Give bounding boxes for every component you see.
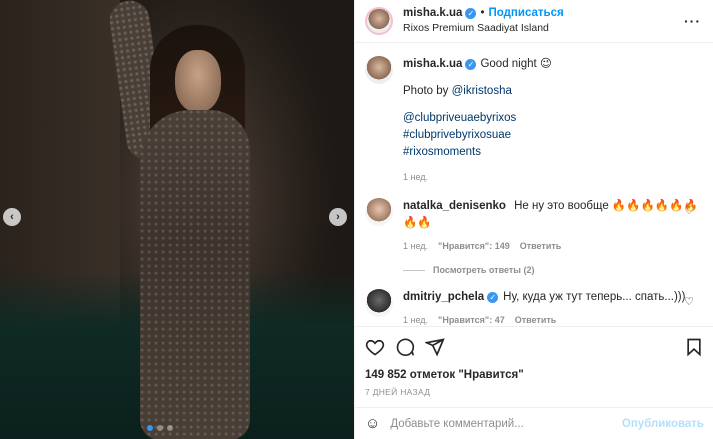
comment-likes[interactable]: "Нравится": 149: [438, 238, 510, 255]
caption-avatar[interactable]: [365, 56, 393, 84]
view-replies-button[interactable]: Посмотреть ответы (2): [403, 265, 704, 275]
reply-button[interactable]: Ответить: [515, 312, 557, 325]
hashtag-link[interactable]: #rixosmoments: [403, 144, 552, 161]
commenter-avatar[interactable]: [365, 198, 393, 226]
comment-icon[interactable]: [395, 337, 415, 357]
header-separator: •: [480, 7, 485, 19]
likes-count[interactable]: 149 852 отметок "Нравится": [365, 369, 704, 381]
comment-text: Ну, куда уж тут теперь... спать...))): [503, 291, 686, 303]
commenter-avatar[interactable]: [365, 289, 393, 317]
comment-like-icon[interactable]: ♡: [684, 295, 694, 308]
share-icon[interactable]: [425, 337, 445, 357]
photo-by-link[interactable]: @ikristosha: [452, 85, 512, 97]
comment-username[interactable]: natalka_denisenko: [403, 200, 506, 212]
view-replies-label: Посмотреть ответы (2): [433, 265, 535, 275]
comment-time[interactable]: 1 нед.: [403, 238, 428, 255]
photo-by-label: Photo by: [403, 85, 449, 97]
post-timestamp[interactable]: 7 ДНЕЙ НАЗАД: [365, 387, 704, 397]
caption-username[interactable]: misha.k.ua: [403, 56, 462, 73]
comment-username[interactable]: dmitriy_pchela: [403, 289, 484, 306]
photo-face: [175, 50, 221, 112]
prev-arrow-icon[interactable]: ‹: [3, 208, 21, 226]
verified-icon: ✓: [487, 292, 499, 303]
hashtag-link[interactable]: #clubprivebyrixosuae: [403, 127, 552, 144]
verified-icon: ✓: [465, 8, 477, 19]
reply-button[interactable]: Ответить: [520, 238, 562, 255]
caption-text: Good night 😉: [480, 58, 552, 70]
post-panel: misha.k.ua ✓ • Подписаться Rixos Premium…: [354, 0, 713, 439]
post-header: misha.k.ua ✓ • Подписаться Rixos Premium…: [355, 0, 713, 43]
carousel-dot-active: [147, 425, 153, 431]
caption-time[interactable]: 1 нед.: [403, 169, 428, 186]
comment-likes[interactable]: "Нравится": 47: [438, 312, 505, 325]
comment-time[interactable]: 1 нед.: [403, 312, 428, 325]
emoji-icon[interactable]: ☺: [365, 415, 380, 432]
carousel-dot: [157, 425, 163, 431]
follow-button[interactable]: Подписаться: [488, 6, 563, 21]
post-location[interactable]: Rixos Premium Saadiyat Island: [403, 21, 564, 36]
author-username[interactable]: misha.k.ua: [403, 6, 462, 21]
replies-divider: [403, 269, 425, 271]
comment-input[interactable]: [390, 417, 622, 430]
author-avatar[interactable]: [365, 7, 393, 35]
verified-icon: ✓: [465, 59, 477, 70]
heart-icon[interactable]: [365, 337, 385, 357]
carousel-dot: [167, 425, 173, 431]
bookmark-icon[interactable]: [684, 337, 704, 357]
comments-section: misha.k.ua ✓ Good night 😉 Photo by @ikri…: [355, 44, 713, 325]
tag-link[interactable]: @clubpriveuaebyrixos: [403, 110, 552, 127]
more-options-icon[interactable]: ···: [684, 13, 701, 29]
comment-like-icon[interactable]: ♡: [684, 204, 694, 217]
post-photo[interactable]: ‹ ›: [0, 0, 354, 439]
action-bar: 149 852 отметок "Нравится" 7 ДНЕЙ НАЗАД: [355, 326, 713, 397]
carousel-dots: [147, 425, 173, 431]
comment-item: natalka_denisenko Не ну это вообще 🔥🔥🔥🔥🔥…: [365, 198, 704, 255]
publish-button[interactable]: Опубликовать: [622, 418, 704, 430]
next-arrow-icon[interactable]: ›: [329, 208, 347, 226]
comment-item: dmitriy_pchela ✓ Ну, куда уж тут теперь.…: [365, 289, 704, 325]
add-comment-bar: ☺ Опубликовать: [355, 407, 713, 439]
caption: misha.k.ua ✓ Good night 😉 Photo by @ikri…: [365, 56, 704, 186]
photo-dress: [140, 110, 250, 439]
